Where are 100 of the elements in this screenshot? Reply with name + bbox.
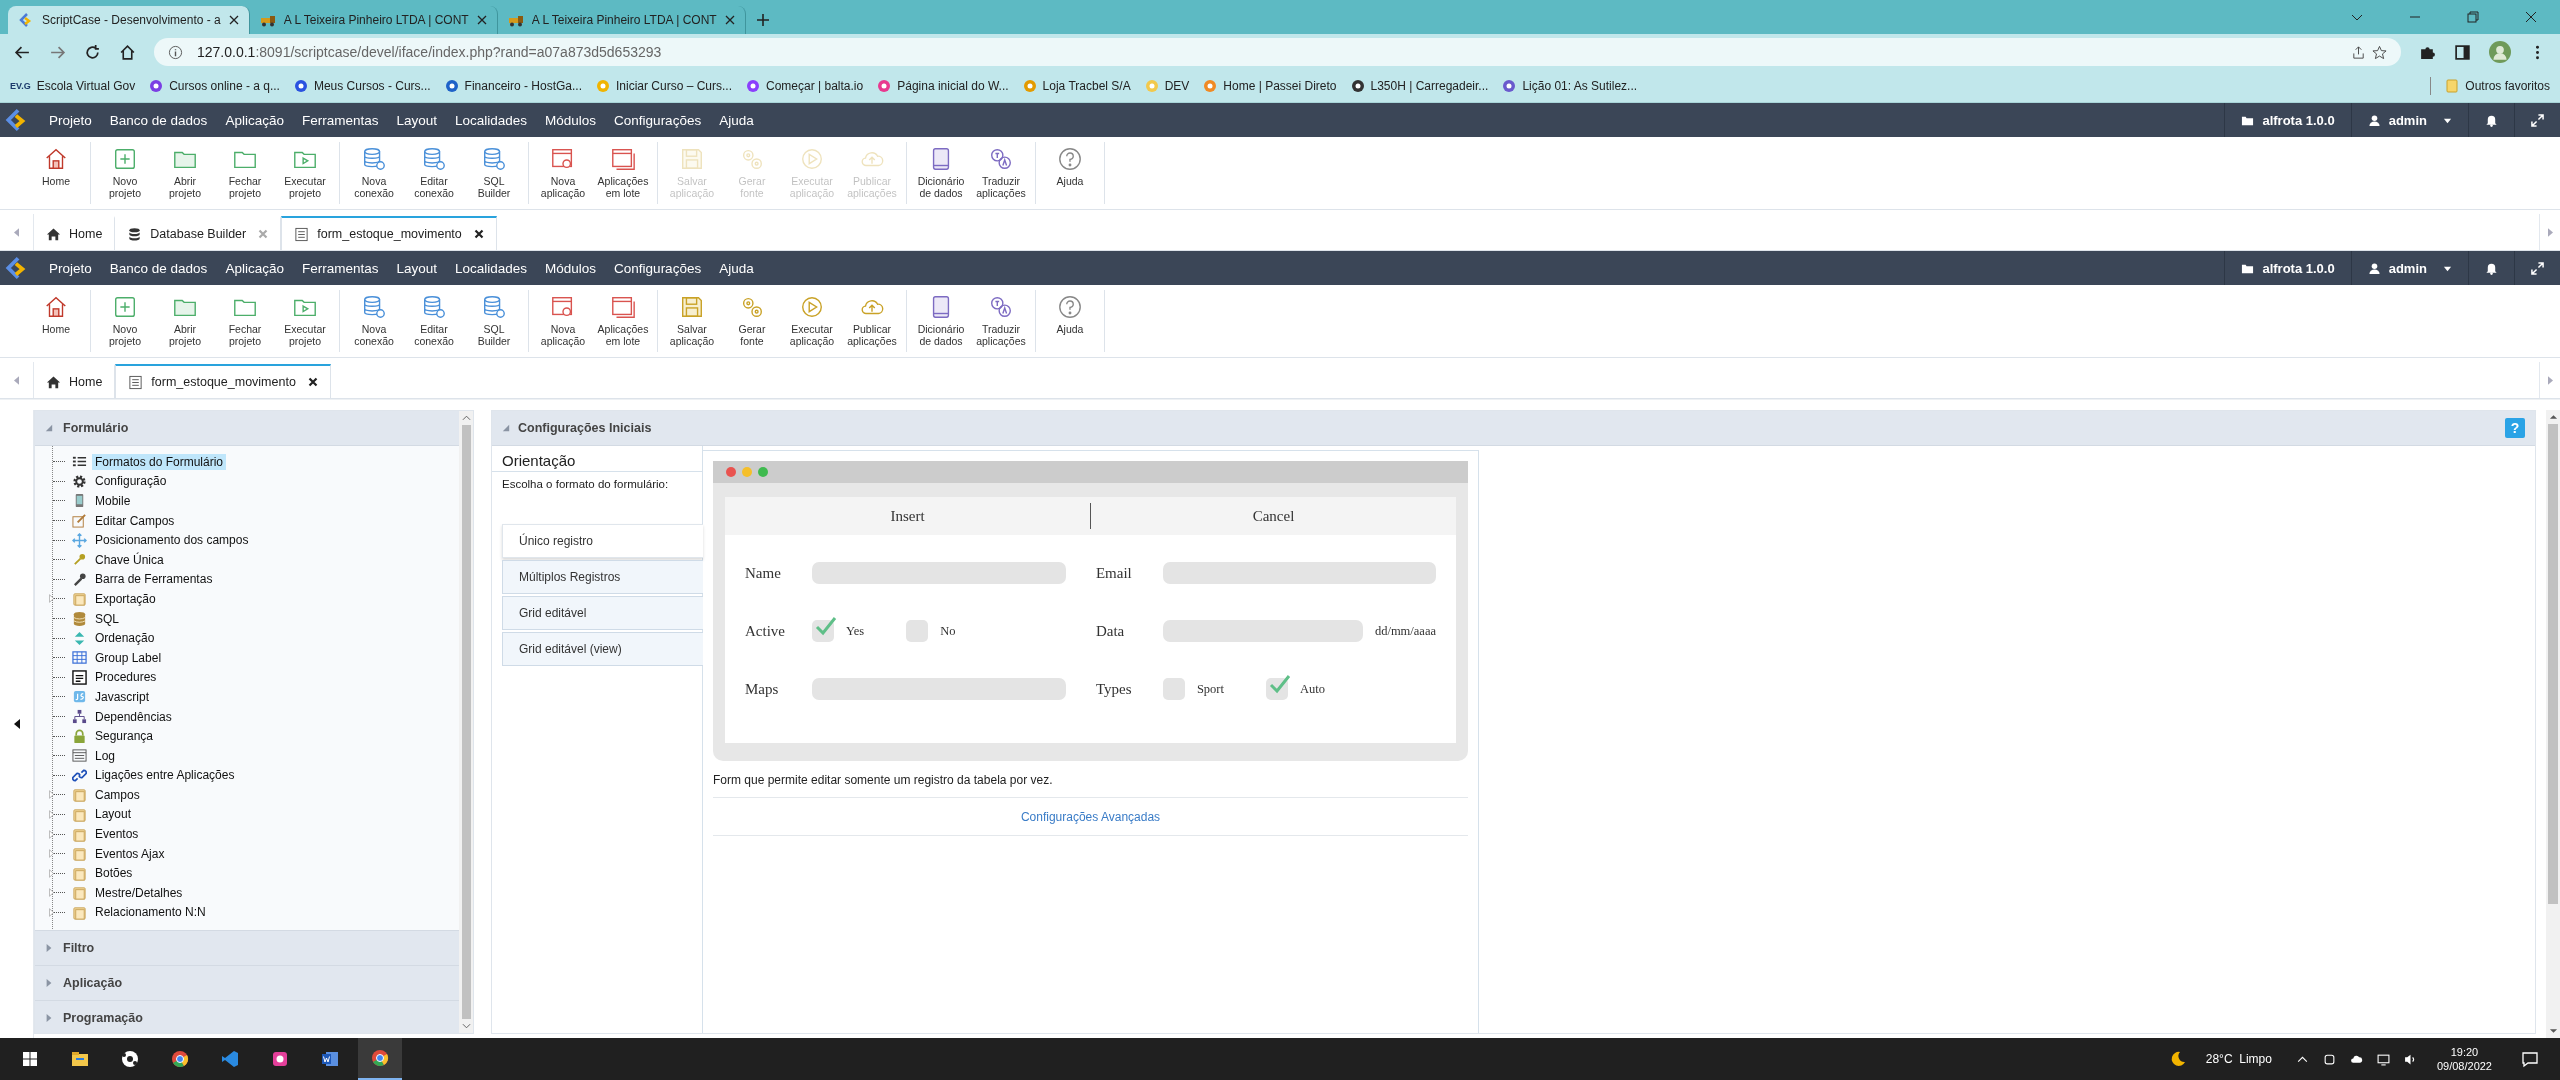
tree-item[interactable]: Configuração [92, 473, 170, 490]
tree-item[interactable]: Editar Campos [92, 512, 178, 529]
section-header[interactable]: Programação [35, 1001, 459, 1033]
scroll-up-icon[interactable] [461, 415, 471, 421]
scroll-down-icon[interactable] [2548, 1028, 2558, 1034]
bookmark[interactable]: Loja Tracbel S/A [1022, 79, 1131, 93]
toolbar-button[interactable]: Dicionário de dados [911, 290, 971, 347]
tree-item[interactable]: Campos [92, 786, 143, 803]
toolbar-button[interactable]: Traduzir aplicações [971, 290, 1031, 347]
toolbar-button[interactable]: Editar conexão [404, 142, 464, 199]
collapse-left-icon[interactable] [13, 719, 20, 729]
toolbar-button[interactable]: Gerar fonte [722, 290, 782, 347]
panel-header[interactable]: Configurações Iniciais ? [492, 411, 2535, 446]
bookmark-folder[interactable]: Outros favoritos [2445, 79, 2550, 93]
input-field[interactable] [812, 678, 1066, 700]
tree-item[interactable]: Ordenação [92, 630, 158, 647]
reload-icon[interactable] [84, 43, 101, 61]
tree-item[interactable]: Ligações entre Aplicações [92, 767, 238, 784]
bookmark[interactable]: DEV [1144, 79, 1190, 93]
toolbar-button[interactable]: Salvar aplicação [662, 290, 722, 347]
close-icon[interactable] [228, 15, 239, 25]
expand-arrow-icon[interactable] [49, 594, 54, 604]
app-tab[interactable]: form_estoque_movimento [115, 364, 331, 398]
taskbar-app[interactable] [358, 1038, 402, 1080]
close-icon[interactable] [724, 15, 735, 25]
weather-text[interactable]: 28°C Limpo [2205, 1052, 2272, 1066]
bookmark[interactable]: Página inicial do W... [877, 79, 1009, 93]
expand-arrow-icon[interactable] [49, 849, 54, 859]
scrollbar[interactable] [2546, 410, 2560, 1038]
avatar-icon[interactable] [2489, 41, 2511, 63]
toolbar-button[interactable]: Executar aplicação [782, 290, 842, 347]
toolbar-button[interactable]: Abrir projeto [155, 142, 215, 199]
checkbox[interactable] [812, 620, 834, 642]
house-icon[interactable] [119, 43, 136, 61]
menu-item[interactable]: Ajuda [710, 260, 763, 276]
user-menu[interactable]: admin [2350, 251, 2468, 285]
toolbar-button[interactable]: Nova conexão [344, 142, 404, 199]
browser-tab[interactable]: ScriptCase - Desenvolvimento - a [8, 6, 250, 34]
close-icon[interactable] [476, 15, 487, 25]
bookmark[interactable]: Iniciar Curso – Curs... [596, 79, 733, 93]
address-bar[interactable]: 127.0.0.1:8091/scriptcase/devel/iface/index.php?rand=a07a873d5d653293 [154, 38, 2401, 66]
tree-item[interactable]: Group Label [92, 649, 165, 666]
section-header[interactable]: Aplicação [35, 966, 459, 1002]
new-tab-icon[interactable] [755, 13, 770, 27]
toolbar-button[interactable]: Editar conexão [404, 290, 464, 347]
close-icon[interactable] [473, 229, 484, 239]
checkbox[interactable] [1162, 678, 1185, 700]
toolbar-button[interactable]: Home [26, 142, 86, 187]
toolbar-button[interactable]: Ajuda [1040, 290, 1100, 335]
toolbar-button[interactable]: Nova aplicação [533, 142, 593, 199]
tree-item[interactable]: Segurança [92, 728, 157, 745]
toolbar-button[interactable]: Novo projeto [95, 142, 155, 199]
toolbar-button[interactable]: SQL Builder [464, 142, 524, 199]
bookmark[interactable]: L350H | Carregadeir... [1350, 79, 1489, 93]
bell-icon[interactable] [2485, 261, 2498, 275]
format-option[interactable]: Único registro [502, 524, 703, 558]
expand-icon[interactable] [2531, 261, 2544, 275]
format-option[interactable]: Grid editável (view) [502, 632, 703, 666]
expand-arrow-icon[interactable] [49, 907, 54, 917]
tree-item[interactable]: Layout [92, 806, 135, 823]
app-tab[interactable]: Home [34, 216, 116, 250]
menu-item[interactable]: Projeto [40, 112, 101, 128]
tree-item[interactable]: SQL [92, 610, 122, 627]
menu-item[interactable]: Módulos [536, 112, 606, 128]
menu-item[interactable]: Ferramentas [292, 260, 388, 276]
toolbar-button[interactable]: Fechar projeto [215, 142, 275, 199]
date-field[interactable] [1162, 620, 1363, 642]
tree-item[interactable]: Log [92, 747, 119, 764]
tree-item[interactable]: Eventos Ajax [92, 845, 168, 862]
side-panel-icon[interactable] [2454, 43, 2471, 61]
bookmark[interactable]: Começar | balta.io [746, 79, 864, 93]
tree-item[interactable]: Exportação [92, 590, 159, 607]
toolbar-button[interactable]: Novo projeto [95, 290, 155, 347]
toolbar-button[interactable]: Ajuda [1040, 142, 1100, 187]
bookmark[interactable]: Cursos online - a q... [149, 79, 280, 93]
menu-item[interactable]: Layout [387, 112, 446, 128]
tree-item[interactable]: Mestre/Detalhes [92, 884, 186, 901]
scroll-up-icon[interactable] [2548, 414, 2558, 420]
menu-item[interactable]: Localidades [446, 112, 537, 128]
tree-item[interactable]: Posicionamento dos campos [92, 532, 252, 549]
toolbar-button[interactable]: SQL Builder [464, 290, 524, 347]
menu-item[interactable]: Banco de dados [100, 260, 217, 276]
toolbar-button[interactable]: Aplicações em lote [593, 290, 653, 347]
toolbar-button[interactable]: Executar projeto [275, 290, 335, 347]
tree-item[interactable]: Relacionamento N:N [92, 904, 209, 921]
scroll-down-icon[interactable] [461, 1023, 471, 1029]
toolbar-button[interactable]: Home [26, 290, 86, 335]
menu-item[interactable]: Configurações [605, 112, 711, 128]
toolbar-button[interactable]: Traduzir aplicações [971, 142, 1031, 199]
advanced-settings-link[interactable]: Configurações Avançadas [1020, 810, 1161, 824]
tree-item[interactable]: Eventos [92, 826, 142, 843]
menu-item[interactable]: Banco de dados [100, 112, 217, 128]
app-tab[interactable]: form_estoque_movimento [281, 216, 497, 250]
notification-icon[interactable] [2520, 1049, 2540, 1069]
expand-arrow-icon[interactable] [49, 790, 54, 800]
tree-item[interactable]: Mobile [92, 493, 134, 509]
tree-item[interactable]: Botões [92, 865, 136, 882]
expand-arrow-icon[interactable] [49, 868, 54, 878]
expand-icon[interactable] [2531, 113, 2544, 127]
windows-start-icon[interactable] [20, 1049, 40, 1069]
